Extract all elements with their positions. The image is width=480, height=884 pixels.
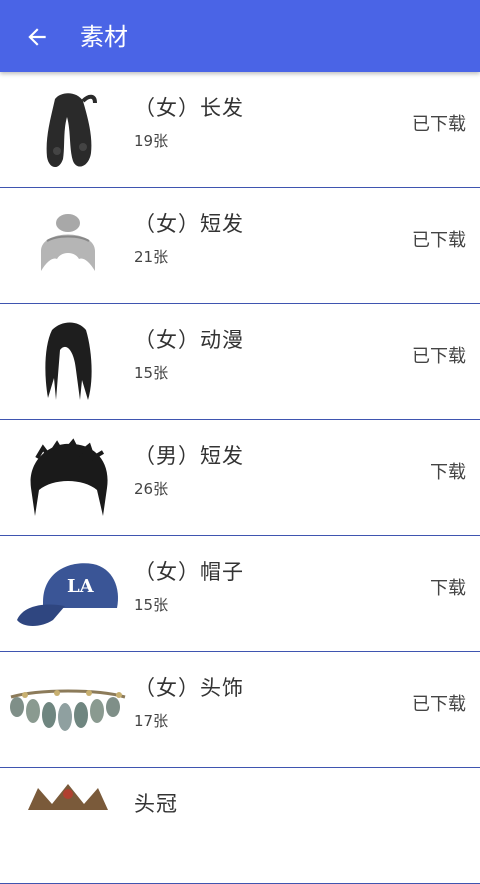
long-hair-thumbnail [8, 72, 128, 187]
headwear-thumbnail [8, 652, 128, 767]
item-name: （女）头饰 [134, 676, 244, 700]
crown-thumbnail [8, 768, 128, 840]
anime-hair-thumbnail [8, 304, 128, 419]
download-status[interactable]: 已下载 [412, 342, 466, 368]
item-name: （女）短发 [134, 212, 244, 236]
cap-thumbnail: LA [8, 536, 128, 651]
list-item[interactable]: （女）短发 21张 已下载 [0, 188, 480, 304]
download-button[interactable]: 下载 [430, 458, 466, 484]
item-count: 21张 [134, 248, 169, 266]
app-bar: 素材 [0, 0, 480, 72]
item-count: 26张 [134, 480, 169, 498]
download-status[interactable]: 已下载 [412, 226, 466, 252]
back-button[interactable] [22, 22, 52, 52]
download-button[interactable]: 下载 [430, 574, 466, 600]
list-item[interactable]: 头冠 [0, 768, 480, 884]
list-item[interactable]: （男）短发 26张 下载 [0, 420, 480, 536]
list-item[interactable]: （女）长发 19张 已下载 [0, 72, 480, 188]
svg-text:LA: LA [67, 576, 95, 597]
men-short-hair-thumbnail [8, 420, 128, 535]
download-status[interactable]: 已下载 [412, 690, 466, 716]
page-title: 素材 [80, 23, 128, 51]
back-arrow-icon [28, 28, 46, 46]
item-count: 15张 [134, 596, 169, 614]
short-hair-thumbnail [8, 188, 128, 303]
item-name: 头冠 [134, 792, 178, 816]
item-name: （男）短发 [134, 444, 244, 468]
item-count: 17张 [134, 712, 169, 730]
item-name: （女）长发 [134, 96, 244, 120]
item-name: （女）动漫 [134, 328, 244, 352]
list-item[interactable]: （女）头饰 17张 已下载 [0, 652, 480, 768]
item-count: 19张 [134, 132, 169, 150]
download-status[interactable]: 已下载 [412, 110, 466, 136]
list-item[interactable]: LA （女）帽子 15张 下载 [0, 536, 480, 652]
item-count: 15张 [134, 364, 169, 382]
item-name: （女）帽子 [134, 560, 244, 584]
material-list: （女）长发 19张 已下载 （女）短发 21张 已下载 （女）动漫 15张 已下… [0, 72, 480, 884]
list-item[interactable]: （女）动漫 15张 已下载 [0, 304, 480, 420]
